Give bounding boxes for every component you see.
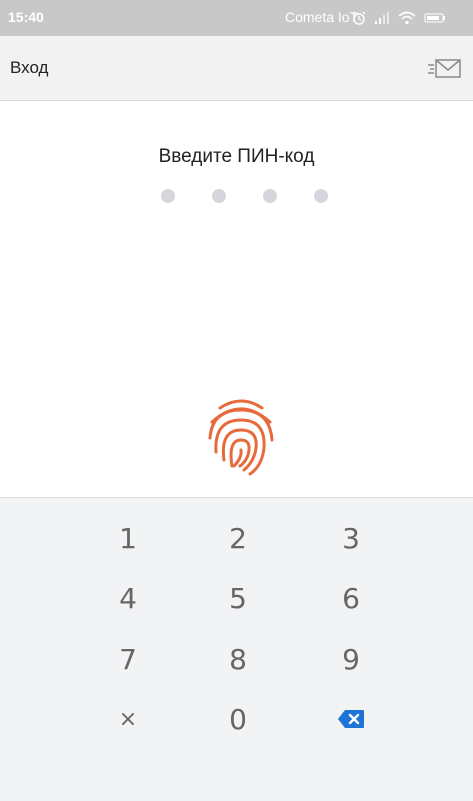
wifi-icon [398,11,416,25]
backspace-button[interactable] [311,694,391,744]
key-3[interactable]: 3 [311,513,391,563]
pin-dot [263,189,277,203]
status-bar: 15:40 Cometa IoT [0,0,473,36]
key-0[interactable]: 0 [198,694,278,744]
backspace-icon [338,710,364,728]
key-1[interactable]: 1 [88,513,168,563]
key-5[interactable]: 5 [198,573,278,623]
key-6[interactable]: 6 [311,573,391,623]
key-clear[interactable]: × [88,694,168,744]
app-bar: Вход [0,36,473,101]
mail-button[interactable] [424,53,464,85]
fingerprint-icon [208,399,274,476]
page-title: Вход [10,58,49,77]
key-8[interactable]: 8 [198,634,278,684]
key-4[interactable]: 4 [88,573,168,623]
pin-dot [212,189,226,203]
alarm-icon [352,11,366,25]
key-9[interactable]: 9 [311,634,391,684]
signal-icon [375,12,389,24]
numeric-keypad: 1 2 3 4 5 6 7 8 9 × 0 [0,497,473,801]
battery-icon [424,13,445,23]
fingerprint-button[interactable] [204,396,278,480]
status-time: 15:40 [8,9,44,25]
key-7[interactable]: 7 [88,634,168,684]
status-carrier: Cometa IoT [285,9,359,25]
pin-dots [161,189,328,203]
pin-title: Введите ПИН-код [158,146,315,167]
status-icons [352,11,446,25]
pin-dot [161,189,175,203]
key-2[interactable]: 2 [198,513,278,563]
pin-entry-area: Введите ПИН-код [0,101,473,496]
pin-dot [314,189,328,203]
mail-icon [428,59,461,78]
